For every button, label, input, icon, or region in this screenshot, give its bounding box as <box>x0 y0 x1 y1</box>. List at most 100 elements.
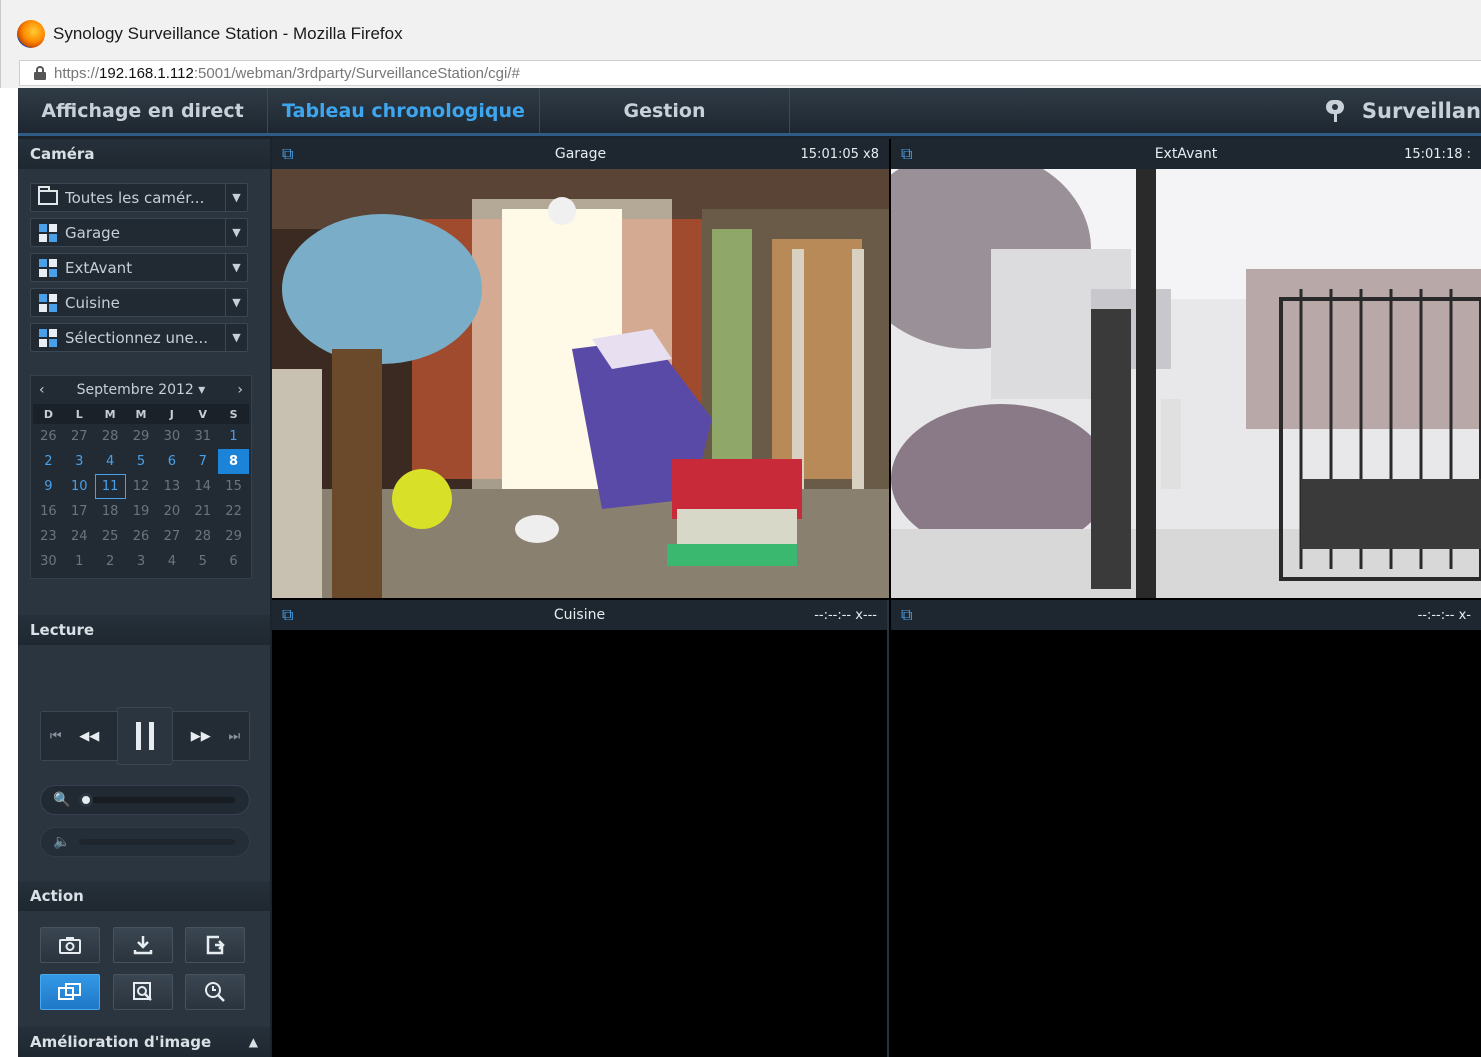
calendar-month-select[interactable]: Septembre 2012 ▾ <box>77 382 206 398</box>
camera-select-cuisine[interactable]: Cuisine ▼ <box>30 288 248 317</box>
calendar-day[interactable]: 2 <box>33 449 64 474</box>
download-button[interactable] <box>113 927 173 963</box>
calendar-day[interactable]: 23 <box>33 524 64 549</box>
calendar-day[interactable]: 13 <box>156 474 187 499</box>
camera-select-extavant[interactable]: ExtAvant ▼ <box>30 253 248 282</box>
camera-select-label: Sélectionnez une... <box>65 328 209 347</box>
calendar-day[interactable]: 19 <box>126 499 157 524</box>
calendar-day[interactable]: 29 <box>218 524 249 549</box>
export-button[interactable] <box>185 927 245 963</box>
zoom-clock-icon <box>205 982 225 1002</box>
collapse-icon[interactable]: ▲ <box>249 1035 258 1049</box>
tab-timeline[interactable]: Tableau chronologique <box>268 88 540 133</box>
calendar-day[interactable]: 10 <box>64 474 95 499</box>
calendar-day[interactable]: 12 <box>126 474 157 499</box>
url-text[interactable]: https://192.168.1.112:5001/webman/3rdpar… <box>54 65 520 82</box>
calendar-prev-button[interactable]: ‹ <box>39 382 45 398</box>
camera-select-empty[interactable]: Sélectionnez une... ▼ <box>30 323 248 352</box>
calendar-day[interactable]: 27 <box>64 424 95 449</box>
calendar-day[interactable]: 26 <box>33 424 64 449</box>
calendar-day[interactable]: 5 <box>187 549 218 574</box>
calendar-weekday: V <box>187 404 219 424</box>
chevron-down-icon[interactable]: ▼ <box>225 324 247 351</box>
garage-scene <box>272 169 889 598</box>
layout-icon[interactable]: ⧉ <box>901 605 931 625</box>
calendar-day[interactable]: 8 <box>218 449 249 474</box>
calendar-day[interactable]: 30 <box>33 549 64 574</box>
volume-slider[interactable]: 🔈 <box>40 827 250 857</box>
playback-section-title: Lecture <box>30 621 95 639</box>
calendar-weekday: J <box>156 404 188 424</box>
camera-feed-empty <box>272 630 887 1057</box>
chevron-down-icon[interactable]: ▼ <box>225 219 247 246</box>
calendar-day[interactable]: 6 <box>218 549 249 574</box>
calendar-day[interactable]: 11 <box>94 474 126 499</box>
calendar-day[interactable]: 9 <box>33 474 64 499</box>
calendar-day[interactable]: 31 <box>187 424 218 449</box>
video-grid: ⧉ Garage 15:01:05 x8 ⧉ ExtAvant 15:01:18… <box>272 139 1481 1057</box>
address-bar[interactable]: https://192.168.1.112:5001/webman/3rdpar… <box>19 60 1481 86</box>
calendar-day[interactable]: 21 <box>187 499 218 524</box>
calendar-day[interactable]: 29 <box>126 424 157 449</box>
calendar-day[interactable]: 14 <box>187 474 218 499</box>
calendar-day[interactable]: 2 <box>95 549 126 574</box>
action-section-title: Action <box>30 887 84 905</box>
rewind-button[interactable]: ◀◀ <box>79 729 99 744</box>
layout-icon[interactable]: ⧉ <box>901 144 931 164</box>
calendar-day[interactable]: 1 <box>218 424 249 449</box>
skip-to-start-button[interactable]: ⏮ <box>50 729 62 744</box>
calendar-day[interactable]: 17 <box>64 499 95 524</box>
calendar-day[interactable]: 3 <box>64 449 95 474</box>
calendar-day[interactable]: 16 <box>33 499 64 524</box>
calendar-day[interactable]: 22 <box>218 499 249 524</box>
calendar-day[interactable]: 4 <box>156 549 187 574</box>
time-search-button[interactable] <box>185 974 245 1010</box>
video-pane-cuisine[interactable]: ⧉ Cuisine --:--:-- x--- <box>272 600 889 1057</box>
video-pane-extavant[interactable]: ⧉ ExtAvant 15:01:18 : <box>891 139 1481 598</box>
camera-icon <box>59 937 81 954</box>
layout-icon[interactable]: ⧉ <box>282 144 312 164</box>
calendar-day[interactable]: 25 <box>95 524 126 549</box>
layout-button[interactable] <box>40 974 100 1010</box>
skip-to-end-button[interactable]: ⏭ <box>228 729 240 744</box>
video-pane-empty[interactable]: ⧉ --:--:-- x- <box>891 600 1481 1057</box>
camera-select-label: Garage <box>65 223 120 242</box>
pause-button[interactable] <box>117 707 173 765</box>
search-frame-button[interactable] <box>113 974 173 1010</box>
calendar-day[interactable]: 3 <box>126 549 157 574</box>
calendar-day[interactable]: 28 <box>187 524 218 549</box>
calendar-day[interactable]: 1 <box>64 549 95 574</box>
camera-select-all[interactable]: Toutes les camér... ▼ <box>30 183 248 212</box>
calendar-day[interactable]: 28 <box>95 424 126 449</box>
snapshot-button[interactable] <box>40 927 100 963</box>
fast-forward-button[interactable]: ▶▶ <box>191 729 211 744</box>
layout-icon[interactable]: ⧉ <box>282 605 312 625</box>
calendar-day[interactable]: 5 <box>126 449 157 474</box>
calendar-day[interactable]: 26 <box>126 524 157 549</box>
camera-select-garage[interactable]: Garage ▼ <box>30 218 248 247</box>
tab-live-view[interactable]: Affichage en direct <box>18 88 268 133</box>
search-frame-icon <box>133 982 152 1001</box>
calendar-next-button[interactable]: › <box>237 382 243 398</box>
calendar-day[interactable]: 30 <box>156 424 187 449</box>
zoom-track[interactable] <box>79 793 235 807</box>
calendar-day[interactable]: 18 <box>95 499 126 524</box>
pane-camera-name: Garage <box>554 146 607 162</box>
zoom-slider[interactable]: 🔍 <box>40 785 250 815</box>
chevron-down-icon[interactable]: ▼ <box>225 289 247 316</box>
chevron-down-icon[interactable]: ▼ <box>225 254 247 281</box>
calendar-day[interactable]: 6 <box>156 449 187 474</box>
zoom-slider-knob[interactable] <box>79 793 93 807</box>
camera-feed-empty <box>891 630 1481 1057</box>
volume-track[interactable] <box>79 839 235 845</box>
calendar-day[interactable]: 20 <box>156 499 187 524</box>
enhance-section-header[interactable]: Amélioration d'image ▲ <box>18 1027 270 1057</box>
calendar-day[interactable]: 15 <box>218 474 249 499</box>
calendar-day[interactable]: 7 <box>187 449 218 474</box>
calendar-day[interactable]: 4 <box>95 449 126 474</box>
video-pane-garage[interactable]: ⧉ Garage 15:01:05 x8 <box>272 139 889 598</box>
tab-management[interactable]: Gestion <box>540 88 790 133</box>
calendar-day[interactable]: 24 <box>64 524 95 549</box>
chevron-down-icon[interactable]: ▼ <box>225 184 247 211</box>
calendar-day[interactable]: 27 <box>156 524 187 549</box>
